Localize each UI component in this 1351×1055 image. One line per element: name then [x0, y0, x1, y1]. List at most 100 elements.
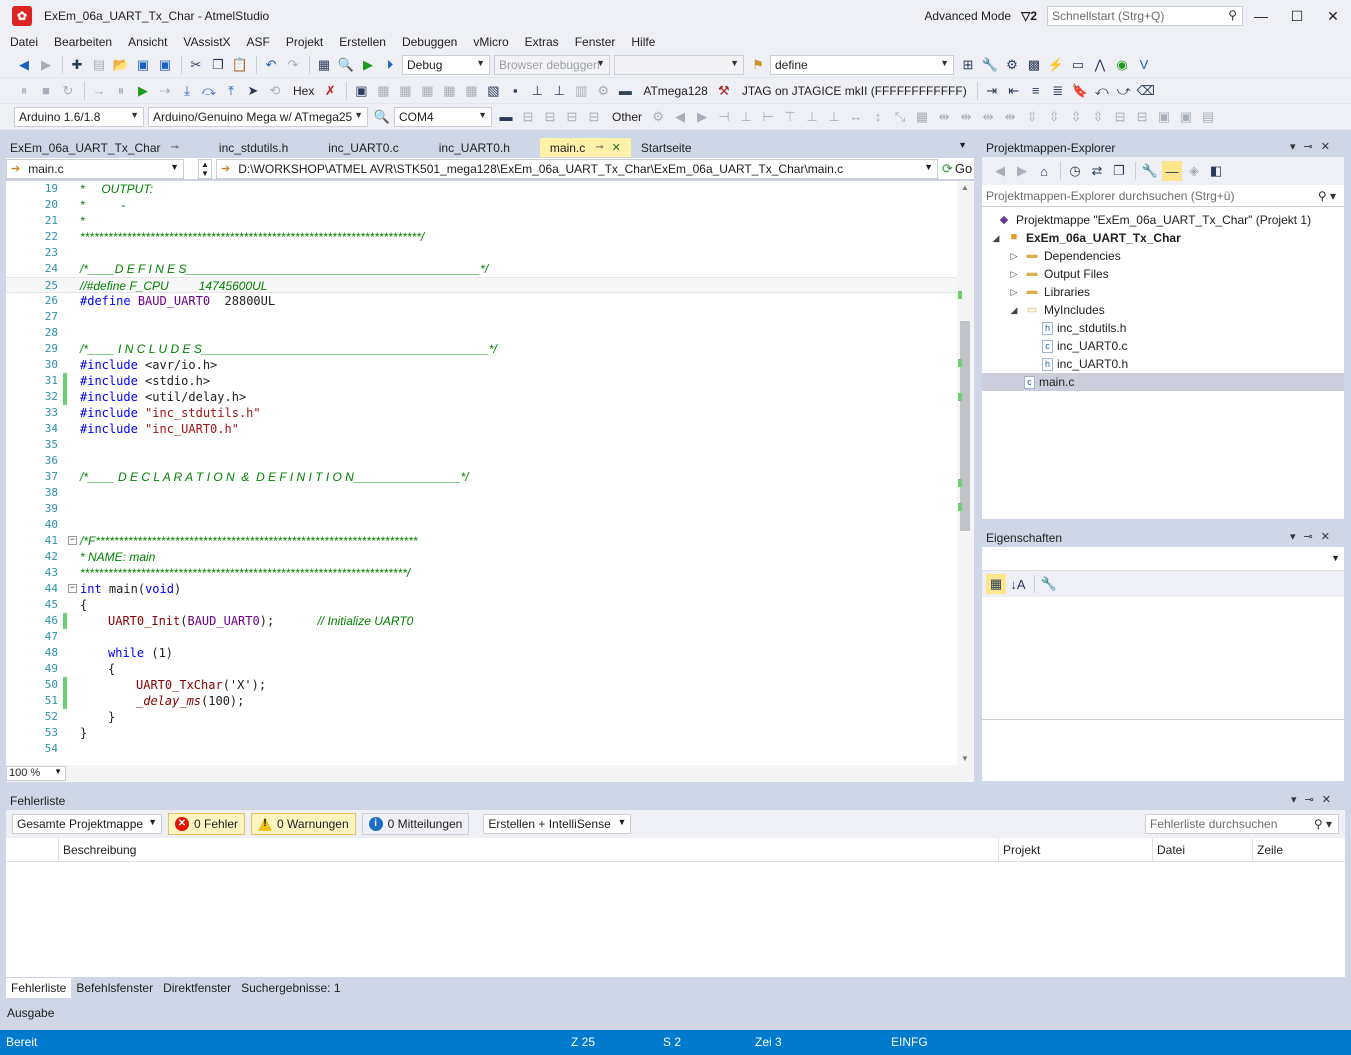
maximize-button[interactable]: ☐: [1279, 8, 1315, 25]
device-a-icon[interactable]: ⊥: [527, 81, 547, 101]
pause-icon[interactable]: ⏸: [14, 81, 34, 101]
tree-item-myincludes[interactable]: ◢ ▭ MyIncludes: [982, 301, 1344, 319]
error-scope-select[interactable]: Gesamte Projektmappe ▼: [12, 814, 162, 834]
column-header-file[interactable]: Datei: [1152, 838, 1185, 862]
vmicro-tool-4-icon[interactable]: ⊟: [584, 107, 604, 127]
device-programming-icon[interactable]: ⚙: [1002, 55, 1022, 75]
menu-vassistx[interactable]: VAssistX: [177, 35, 236, 49]
column-header-project[interactable]: Projekt: [998, 838, 1040, 862]
save-layout-icon[interactable]: ▪: [505, 81, 525, 101]
tab-ausgabe[interactable]: Ausgabe: [6, 1003, 55, 1023]
align-bottom-icon[interactable]: ⊥: [824, 107, 844, 127]
h-spacing-equal-icon[interactable]: ⇹: [934, 107, 954, 127]
tab-fehlerliste[interactable]: Fehlerliste: [6, 978, 72, 998]
close-tab-icon[interactable]: ✕: [612, 141, 621, 154]
panel-controls[interactable]: ▾⊸✕: [1291, 793, 1339, 806]
errors-filter-button[interactable]: ✕ 0 Fehler: [168, 813, 246, 835]
debugger-selector[interactable]: JTAG on JTAGICE mkII (FFFFFFFFFFFF): [742, 84, 967, 98]
align-left-icon[interactable]: ⊣: [714, 107, 734, 127]
tab-inc-uart0-c[interactable]: inc_UART0.c: [318, 138, 408, 157]
same-height-icon[interactable]: ↕: [868, 107, 888, 127]
properties-object-select[interactable]: ▼: [982, 547, 1344, 571]
gear-icon[interactable]: ⚙: [593, 81, 613, 101]
disassembly-icon[interactable]: ▦: [461, 81, 481, 101]
align-right-icon[interactable]: ⊢: [758, 107, 778, 127]
platform-select[interactable]: ▼: [614, 54, 744, 75]
tab-befehlsfenster[interactable]: Befehlsfenster: [71, 978, 159, 998]
scroll-thumb[interactable]: [960, 321, 970, 531]
panel-controls[interactable]: ▾⊸✕: [1290, 530, 1338, 543]
wrench-icon[interactable]: 🔧: [980, 55, 1000, 75]
registers-icon[interactable]: ▦: [395, 81, 415, 101]
collapsed-chevron-icon[interactable]: ▷: [1008, 269, 1020, 280]
menu-extras[interactable]: Extras: [519, 35, 565, 49]
snap-grid-icon[interactable]: ▦: [912, 107, 932, 127]
step-out-icon[interactable]: ⤒: [221, 81, 241, 101]
notifications-flag-icon[interactable]: ▽2: [1021, 9, 1037, 23]
tree-item-solution[interactable]: ◆ Projektmappe "ExEm_06a_UART_Tx_Char" (P…: [982, 211, 1344, 229]
pin-icon[interactable]: ⊸: [171, 142, 179, 153]
tree-item-dependencies[interactable]: ▷ ▬ Dependencies: [982, 247, 1344, 265]
show-all-files-icon[interactable]: ❐: [1109, 161, 1129, 181]
step-over-icon[interactable]: ⤼: [199, 81, 219, 101]
forward-icon[interactable]: ▶: [1012, 161, 1032, 181]
expanded-chevron-icon[interactable]: ◢: [1008, 305, 1020, 316]
io-view-icon[interactable]: ▦: [439, 81, 459, 101]
flash-icon[interactable]: ⚡: [1046, 55, 1066, 75]
find-icon[interactable]: ⚑: [748, 55, 768, 75]
collapsed-chevron-icon[interactable]: ▷: [1008, 287, 1020, 298]
settings-icon[interactable]: ⚙: [648, 107, 668, 127]
code-editor[interactable]: 19 * OUTPUT: 20 * - 21 * 22 ****************…: [6, 181, 957, 765]
new-project-icon[interactable]: ✚: [67, 55, 87, 75]
vassist-icon[interactable]: V: [1134, 55, 1154, 75]
close-window-button[interactable]: ✕: [1315, 8, 1351, 25]
debugger-tool-icon[interactable]: ⚒: [714, 81, 734, 101]
build-filter-select[interactable]: Erstellen + IntelliSense ▼: [483, 814, 632, 834]
menu-erstellen[interactable]: Erstellen: [333, 35, 392, 49]
tab-inc-stdutils-h[interactable]: inc_stdutils.h: [209, 138, 298, 157]
property-pages-icon[interactable]: 🔧: [1039, 574, 1059, 594]
h-spacing-decrease-icon[interactable]: ⇹: [978, 107, 998, 127]
chip-device-icon[interactable]: ▬: [615, 81, 635, 101]
vmicro-tool-2-icon[interactable]: ⊟: [540, 107, 560, 127]
browser-debug-button[interactable]: Browser debuggen ▼: [494, 54, 610, 75]
column-header-description[interactable]: Beschreibung: [58, 838, 136, 862]
back-icon[interactable]: ◀: [990, 161, 1010, 181]
pin-icon[interactable]: ⊸: [595, 142, 603, 153]
collapse-toggle-icon[interactable]: −: [68, 536, 77, 545]
tab-list-chevron-icon[interactable]: ▼: [958, 140, 967, 150]
sort-alphabetical-icon[interactable]: ↓A: [1008, 574, 1028, 594]
menu-datei[interactable]: Datei: [4, 35, 44, 49]
undo-icon[interactable]: ↶: [261, 55, 281, 75]
tab-startseite[interactable]: Startseite: [631, 138, 702, 157]
add-item-icon[interactable]: ▤: [89, 55, 109, 75]
vmicro-tool-3-icon[interactable]: ⊟: [562, 107, 582, 127]
port-select[interactable]: COM4 ▼: [394, 106, 492, 127]
v-spacing-increase-icon[interactable]: ⇳: [1044, 107, 1064, 127]
arduino-version-select[interactable]: Arduino 1.6/1.8 ▼: [14, 106, 144, 127]
editor-vertical-scrollbar[interactable]: ▲ ▼: [957, 181, 974, 765]
panel-controls[interactable]: ▾⊸✕: [1290, 140, 1338, 153]
navigate-back-icon[interactable]: ◀: [14, 55, 34, 75]
show-next-statement-icon[interactable]: ⇢: [155, 81, 175, 101]
open-file-icon[interactable]: 📂: [111, 55, 131, 75]
start-debugging-icon[interactable]: ▶: [358, 55, 378, 75]
solution-search-input[interactable]: Projektmappen-Explorer durchsuchen (Strg…: [982, 185, 1344, 207]
menu-hilfe[interactable]: Hilfe: [625, 35, 661, 49]
categorized-icon[interactable]: ▦: [986, 574, 1006, 594]
menu-debuggen[interactable]: Debuggen: [396, 35, 463, 49]
tab-project-properties[interactable]: ExEm_06a_UART_Tx_Char ⊸: [0, 138, 189, 157]
warnings-filter-button[interactable]: ! 0 Warnungen: [251, 813, 356, 835]
step-next-icon[interactable]: →: [89, 81, 109, 101]
tab-order-icon[interactable]: ▤: [1198, 107, 1218, 127]
tab-suchergebnisse[interactable]: Suchergebnisse: 1: [236, 978, 346, 998]
uncomment-icon[interactable]: ≣: [1048, 81, 1068, 101]
comment-icon[interactable]: ≡: [1026, 81, 1046, 101]
sync-icon[interactable]: ⇄: [1087, 161, 1107, 181]
bookmark-icon[interactable]: 🔖: [1070, 81, 1090, 101]
image-icon[interactable]: ▧: [483, 81, 503, 101]
processor-icon[interactable]: ▦: [417, 81, 437, 101]
same-size-icon[interactable]: ⤡: [890, 107, 910, 127]
prev-bookmark-icon[interactable]: ⤺: [1092, 81, 1112, 101]
tree-item-main-c[interactable]: c main.c: [982, 373, 1344, 391]
